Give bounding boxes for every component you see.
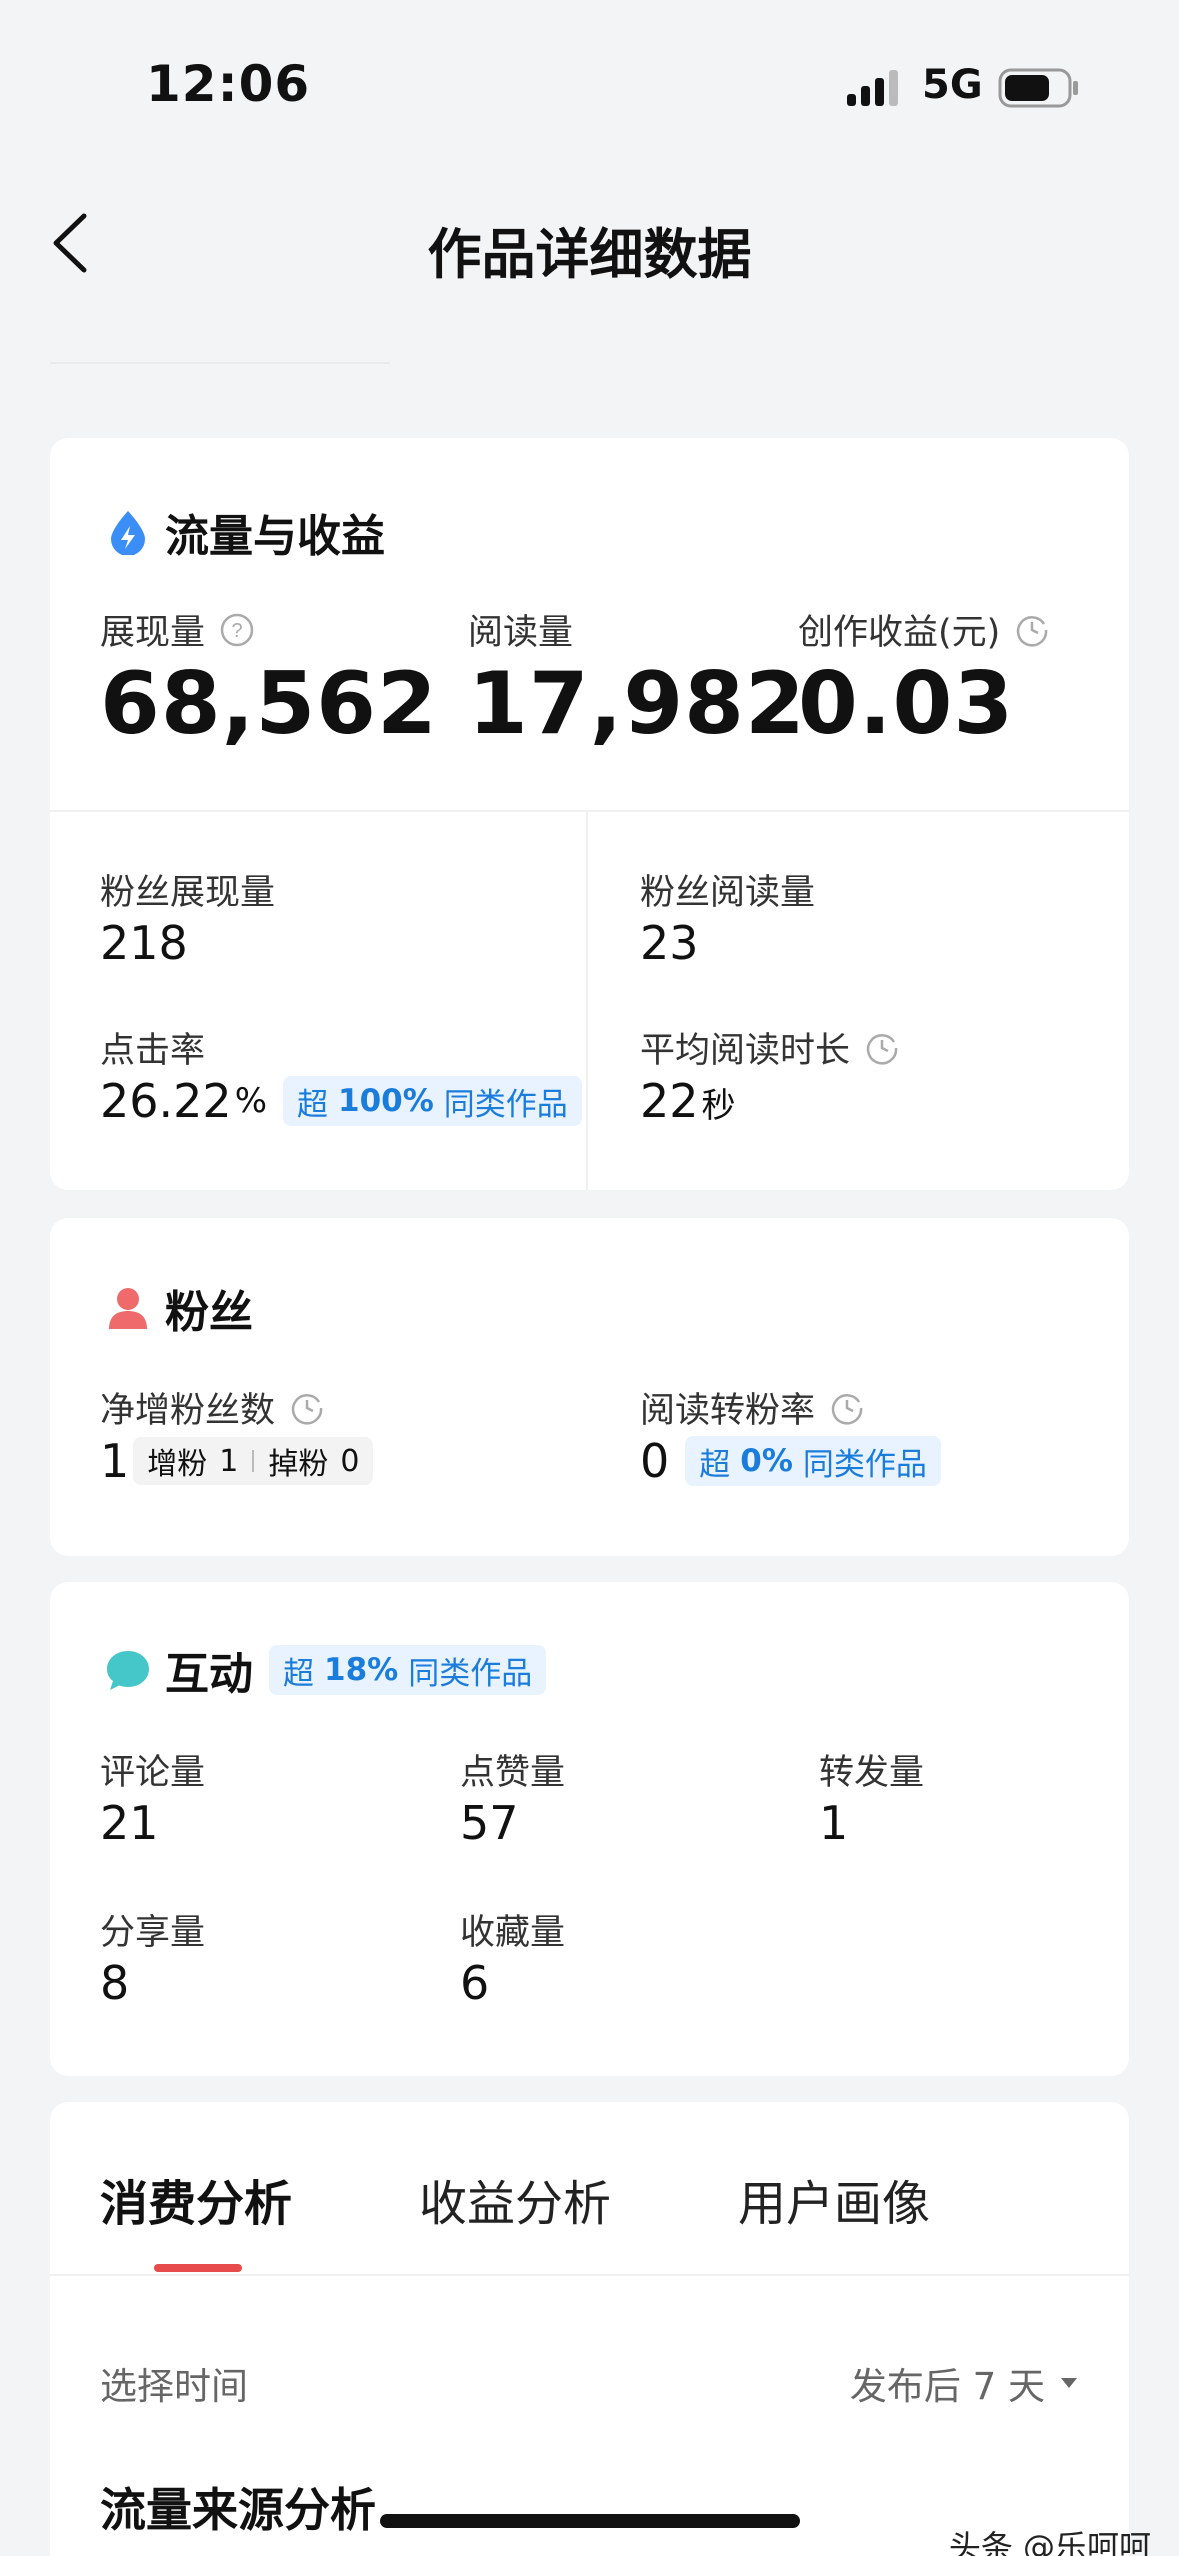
conversion-compare-badge: 超 0% 同类作品 bbox=[685, 1436, 941, 1486]
comments-value: 21 bbox=[100, 1796, 159, 1850]
gained-label: 增粉 bbox=[147, 1447, 208, 1482]
reposts-value: 1 bbox=[819, 1796, 849, 1850]
lost-label: 掉粉 bbox=[268, 1447, 329, 1482]
watermark: 头条 @乐呵呵 bbox=[948, 2528, 1151, 2556]
fans-section-title: 粉丝 bbox=[165, 1287, 253, 1338]
avg-read-time-unit: 秒 bbox=[701, 1086, 736, 1126]
favorites-value: 6 bbox=[460, 1956, 490, 2010]
interaction-section-header: 互动 超 18% 同类作品 bbox=[105, 1638, 547, 1702]
badge-prefix: 超 bbox=[283, 1655, 314, 1692]
time-range-value: 发布后 7 天 bbox=[849, 2365, 1045, 2408]
traffic-column-divider bbox=[586, 812, 588, 1190]
net-fans-row: 1 增粉 1 掉粉 0 bbox=[100, 1434, 374, 1488]
read-to-fan-label-text: 阅读转粉率 bbox=[640, 1391, 816, 1431]
earnings-label-text: 创作收益(元) bbox=[798, 613, 1001, 653]
traffic-section-title: 流量与收益 bbox=[165, 511, 385, 562]
fan-impressions-label: 粉丝展现量 bbox=[100, 873, 276, 913]
person-icon bbox=[109, 1288, 147, 1329]
lightning-drop-icon bbox=[111, 511, 145, 555]
lost-value: 0 bbox=[340, 1443, 360, 1479]
earnings-value: 0.03 bbox=[798, 654, 1015, 754]
read-to-fan-row: 0 超 0% 同类作品 bbox=[640, 1434, 941, 1488]
traffic-section-header: 流量与收益 bbox=[105, 500, 385, 564]
reads-label: 阅读量 bbox=[468, 613, 574, 653]
battery-icon bbox=[998, 68, 1078, 108]
badge-prefix: 超 bbox=[699, 1446, 731, 1483]
avg-read-time-label: 平均阅读时长 bbox=[640, 1022, 900, 1073]
gained-value: 1 bbox=[219, 1443, 239, 1479]
time-select-label: 选择时间 bbox=[100, 2365, 248, 2408]
interaction-section-title: 互动 bbox=[165, 1649, 253, 1700]
chip-separator bbox=[252, 1450, 255, 1472]
badge-value: 18% bbox=[324, 1652, 399, 1688]
svg-text:?: ? bbox=[231, 620, 242, 642]
impressions-value: 68,562 bbox=[100, 654, 438, 754]
net-fans-value: 1 bbox=[100, 1434, 130, 1488]
page-title: 作品详细数据 bbox=[427, 223, 752, 286]
clock-icon[interactable] bbox=[289, 1390, 325, 1426]
clock-icon[interactable] bbox=[864, 1030, 900, 1066]
status-time: 12:06 bbox=[146, 55, 311, 113]
favorites-label: 收藏量 bbox=[460, 1913, 566, 1953]
traffic-source-title: 流量来源分析 bbox=[100, 2483, 376, 2537]
badge-value: 0% bbox=[740, 1443, 793, 1479]
badge-value: 100% bbox=[338, 1083, 434, 1119]
ctr-unit: % bbox=[234, 1081, 268, 1121]
reposts-label: 转发量 bbox=[819, 1753, 925, 1793]
impressions-label-text: 展现量 bbox=[100, 613, 206, 653]
comments-label: 评论量 bbox=[100, 1753, 206, 1793]
reads-value: 17,982 bbox=[468, 654, 806, 754]
fan-impressions-value: 218 bbox=[100, 916, 188, 970]
earnings-label: 创作收益(元) bbox=[798, 604, 1050, 655]
ctr-label: 点击率 bbox=[100, 1031, 206, 1071]
signal-icon bbox=[847, 70, 898, 106]
fan-reads-value: 23 bbox=[640, 916, 699, 970]
status-bar: 12:06 5G bbox=[0, 0, 1179, 150]
avg-read-time-row: 22 秒 bbox=[640, 1074, 736, 1128]
time-range-dropdown[interactable]: 发布后 7 天 bbox=[850, 2356, 1079, 2410]
traffic-divider bbox=[50, 810, 1129, 812]
badge-suffix: 同类作品 bbox=[802, 1446, 927, 1483]
tab-user-profile[interactable]: 用户画像 bbox=[738, 2164, 930, 2234]
fans-card: 粉丝 净增粉丝数 1 增粉 1 掉粉 0 阅读转粉率 0 超 0% 同类作品 bbox=[50, 1218, 1129, 1556]
caret-down-icon bbox=[1061, 2378, 1077, 2388]
shares-label: 分享量 bbox=[100, 1913, 206, 1953]
fan-reads-label: 粉丝阅读量 bbox=[640, 873, 816, 913]
ctr-value: 26.22 bbox=[100, 1074, 232, 1128]
impressions-label: 展现量 ? bbox=[100, 604, 255, 655]
analysis-card: 消费分析 收益分析 用户画像 选择时间 发布后 7 天 流量来源分析 bbox=[50, 2102, 1129, 2556]
fans-section-header: 粉丝 bbox=[105, 1276, 253, 1340]
interaction-card: 互动 超 18% 同类作品 评论量 21 点赞量 57 转发量 1 分享量 8 … bbox=[50, 1582, 1129, 2076]
header-divider bbox=[50, 362, 390, 364]
network-label: 5G bbox=[922, 62, 983, 108]
active-tab-indicator bbox=[154, 2264, 242, 2272]
read-to-fan-value: 0 bbox=[640, 1434, 670, 1488]
question-icon[interactable]: ? bbox=[219, 612, 255, 648]
clock-icon[interactable] bbox=[829, 1390, 865, 1426]
tabs-divider bbox=[50, 2274, 1129, 2276]
ctr-compare-badge: 超 100% 同类作品 bbox=[283, 1076, 582, 1126]
badge-prefix: 超 bbox=[297, 1086, 329, 1123]
chat-bubble-icon bbox=[107, 1651, 149, 1690]
tab-earnings-analysis[interactable]: 收益分析 bbox=[419, 2164, 611, 2234]
avg-read-time-label-text: 平均阅读时长 bbox=[640, 1031, 851, 1071]
fans-breakdown-chip: 增粉 1 掉粉 0 bbox=[133, 1437, 374, 1485]
net-fans-label: 净增粉丝数 bbox=[100, 1382, 325, 1433]
badge-suffix: 同类作品 bbox=[443, 1086, 568, 1123]
avg-read-time-value: 22 bbox=[640, 1074, 699, 1128]
ctr-row: 26.22 % 超 100% 同类作品 bbox=[100, 1074, 582, 1128]
home-indicator[interactable] bbox=[380, 2514, 800, 2528]
read-to-fan-label: 阅读转粉率 bbox=[640, 1382, 865, 1433]
interaction-compare-badge: 超 18% 同类作品 bbox=[269, 1645, 547, 1695]
likes-value: 57 bbox=[460, 1796, 519, 1850]
badge-suffix: 同类作品 bbox=[408, 1655, 533, 1692]
net-fans-label-text: 净增粉丝数 bbox=[100, 1391, 276, 1431]
shares-value: 8 bbox=[100, 1956, 130, 2010]
clock-icon[interactable] bbox=[1014, 612, 1050, 648]
tab-consumption-analysis[interactable]: 消费分析 bbox=[100, 2164, 292, 2234]
traffic-earnings-card: 流量与收益 展现量 ? 68,562 阅读量 17,982 创作收益(元) 0.… bbox=[50, 438, 1129, 1190]
likes-label: 点赞量 bbox=[460, 1753, 566, 1793]
